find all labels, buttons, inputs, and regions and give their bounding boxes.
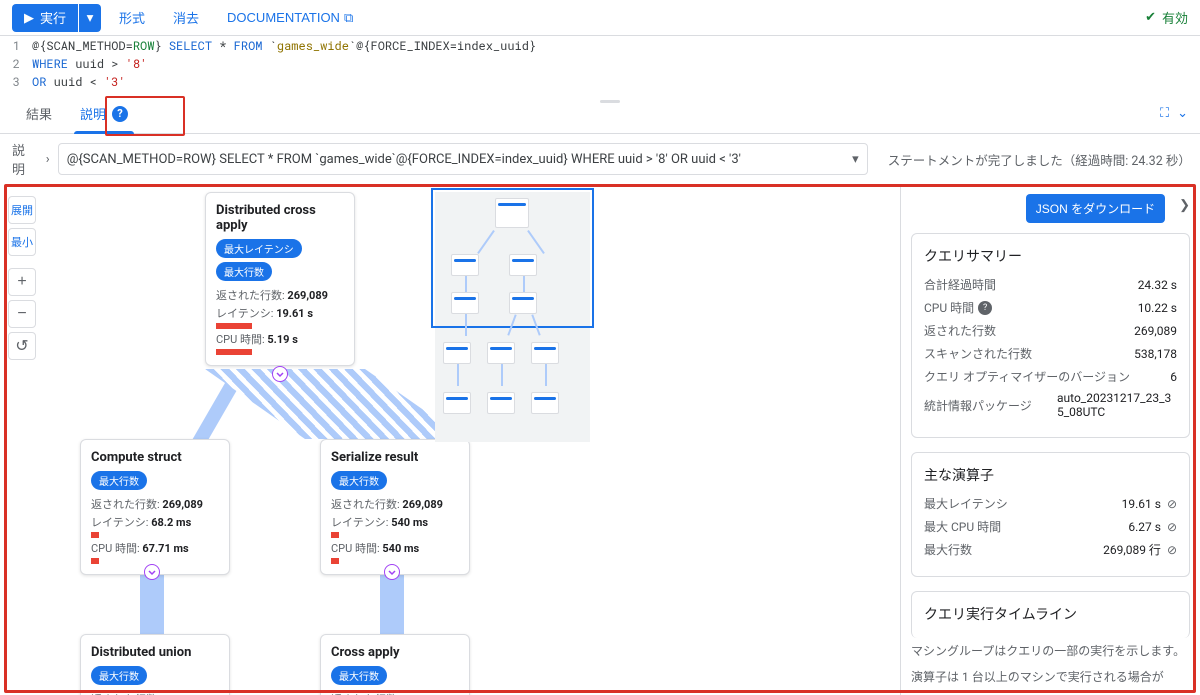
sql-editor[interactable]: 1@{SCAN_METHOD=ROW} SELECT * FROM `games… — [0, 36, 1200, 94]
badge-max-rows: 最大行数 — [91, 666, 147, 685]
collapse-sidebar-icon[interactable]: ❯ — [1179, 198, 1190, 213]
panel-title: クエリ実行タイムライン — [924, 604, 1177, 624]
badge-max-rows: 最大行数 — [331, 471, 387, 490]
node-compute-struct[interactable]: Compute struct 最大行数 返された行数: 269,089 レイテン… — [80, 439, 230, 575]
stat-latency: レイテンシ: 540 ms — [331, 514, 459, 530]
node-distributed-union[interactable]: Distributed union 最大行数 返された行数: 269,089 — [80, 634, 230, 695]
zoom-in-button[interactable]: + — [8, 268, 36, 296]
stat-cpu: CPU 時間: 540 ms — [331, 540, 459, 556]
top-operators-panel: 主な演算子 最大レイテンシ19.61 s ⊘ 最大 CPU 時間6.27 s ⊘… — [911, 452, 1190, 577]
stat-latency: レイテンシ: 19.61 s — [216, 305, 344, 321]
stat-rows: 返された行数: 269,089 — [91, 496, 219, 512]
stat-rows: 返された行数: 269,089 — [331, 691, 459, 695]
badge-max-rows: 最大行数 — [216, 262, 272, 281]
timeline-desc: マシングループはクエリの一部の実行を示します。 — [911, 642, 1190, 660]
format-button[interactable]: 形式 — [109, 8, 155, 27]
tab-results[interactable]: 結果 — [12, 94, 66, 133]
chevron-down-icon: ▾ — [852, 152, 859, 167]
expand-button[interactable]: 展開 — [8, 196, 36, 224]
cpu-bar — [91, 558, 99, 564]
expand-disc[interactable] — [272, 366, 288, 382]
help-icon[interactable]: ? — [978, 301, 992, 315]
status-valid: ✔有効 — [1145, 8, 1188, 27]
results-tabs: 結果 説明? ⛶ ⌄ — [0, 94, 1200, 134]
latency-bar — [91, 532, 99, 538]
expand-disc[interactable] — [384, 564, 400, 580]
node-title: Cross apply — [331, 645, 459, 660]
docs-link[interactable]: DOCUMENTATION ⧉ — [217, 10, 363, 26]
stat-rows: 返された行数: 269,089 — [91, 691, 219, 695]
query-selector[interactable]: @{SCAN_METHOD=ROW} SELECT * FROM `games_… — [58, 143, 868, 175]
play-icon: ▶ — [24, 10, 34, 26]
query-summary-panel: クエリサマリー 合計経過時間24.32 s CPU 時間 ?10.22 s 返さ… — [911, 233, 1190, 438]
timeline-desc: 演算子は 1 台以上のマシンで実行される場合が — [911, 668, 1190, 686]
badge-max-latency: 最大レイテンシ — [216, 239, 302, 258]
connector — [205, 369, 465, 439]
chevron-right-icon: › — [46, 152, 50, 167]
stat-latency: レイテンシ: 68.2 ms — [91, 514, 219, 530]
stat-cpu: CPU 時間: 5.19 s — [216, 331, 344, 347]
statement-status: ステートメントが完了しました（経過時間: 24.32 秒） — [888, 150, 1188, 169]
details-sidebar: JSON をダウンロード ❯ クエリサマリー 合計経過時間24.32 s CPU… — [900, 184, 1200, 695]
node-title: Distributed union — [91, 645, 219, 660]
collapse-button[interactable]: 最小 — [8, 228, 36, 256]
run-dropdown[interactable]: ▾ — [79, 4, 101, 32]
stat-rows: 返された行数: 269,089 — [216, 287, 344, 303]
badge-max-rows: 最大行数 — [331, 666, 387, 685]
download-json-button[interactable]: JSON をダウンロード — [1026, 194, 1165, 223]
link-icon[interactable]: ⊘ — [1167, 543, 1177, 557]
chevron-down-icon: ▾ — [87, 10, 94, 26]
minimap[interactable] — [435, 192, 590, 442]
node-distributed-cross-apply[interactable]: Distributed cross apply 最大レイテンシ 最大行数 返され… — [205, 192, 355, 366]
node-cross-apply[interactable]: Cross apply 最大行数 返された行数: 269,089 — [320, 634, 470, 695]
annotation-highlight-tab — [105, 96, 185, 136]
zoom-out-button[interactable]: − — [8, 300, 36, 328]
badge-max-rows: 最大行数 — [91, 471, 147, 490]
breadcrumb: 説明 › @{SCAN_METHOD=ROW} SELECT * FROM `g… — [0, 134, 1200, 184]
stat-cpu: CPU 時間: 67.71 ms — [91, 540, 219, 556]
explain-panel: 展開 最小 + − ↺ Distributed cross apply 最大レイ… — [0, 184, 1200, 695]
stat-rows: 返された行数: 269,089 — [331, 496, 459, 512]
check-circle-icon: ✔ — [1145, 10, 1156, 25]
graph-toolbar: 展開 最小 + − ↺ — [8, 196, 36, 360]
link-icon[interactable]: ⊘ — [1167, 520, 1177, 534]
plan-graph[interactable]: 展開 最小 + − ↺ Distributed cross apply 最大レイ… — [0, 184, 900, 695]
node-title: Compute struct — [91, 450, 219, 465]
cpu-bar — [331, 558, 339, 564]
panel-title: 主な演算子 — [924, 465, 1177, 485]
timeline-panel: クエリ実行タイムライン — [911, 591, 1190, 638]
node-serialize-result[interactable]: Serialize result 最大行数 返された行数: 269,089 レイ… — [320, 439, 470, 575]
latency-bar — [331, 532, 339, 538]
node-title: Serialize result — [331, 450, 459, 465]
node-title: Distributed cross apply — [216, 203, 344, 233]
clear-button[interactable]: 消去 — [163, 8, 209, 27]
latency-bar — [216, 323, 252, 329]
chevron-down-icon[interactable]: ⌄ — [1177, 106, 1188, 121]
fullscreen-icon[interactable]: ⛶ — [1160, 106, 1169, 121]
expand-disc[interactable] — [144, 564, 160, 580]
breadcrumb-label: 説明 — [12, 140, 38, 178]
cpu-bar — [216, 349, 252, 355]
toolbar: ▶実行 ▾ 形式 消去 DOCUMENTATION ⧉ ✔有効 — [0, 0, 1200, 36]
external-link-icon: ⧉ — [344, 10, 353, 26]
link-icon[interactable]: ⊘ — [1167, 497, 1177, 511]
panel-title: クエリサマリー — [924, 246, 1177, 266]
run-button[interactable]: ▶実行 — [12, 4, 78, 32]
reset-view-button[interactable]: ↺ — [8, 332, 36, 360]
